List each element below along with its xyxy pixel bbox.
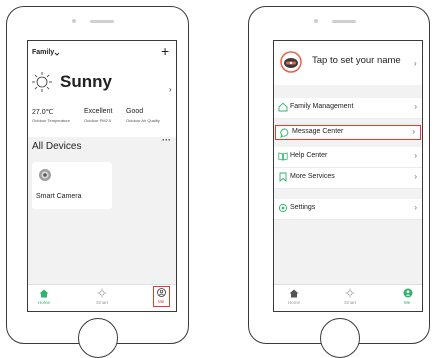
tab-home-label: Home (38, 300, 51, 305)
sun-icon (32, 72, 52, 92)
menu-item-settings[interactable]: Settings › (274, 199, 422, 220)
chat-icon (280, 128, 289, 138)
menu-label: More Services (290, 173, 335, 180)
sun-icon (345, 288, 355, 298)
front-camera-dot (314, 19, 318, 23)
gear-icon (278, 203, 288, 213)
right-phone-frame: Tap to set your name › Family Management… (248, 6, 430, 358)
pm25-label: Outdoor PM2.5 (84, 118, 112, 123)
tab-me-label: Me (404, 300, 411, 305)
book-icon (278, 152, 288, 161)
plus-icon[interactable]: + (161, 43, 169, 59)
device-name: Smart Camera (36, 193, 82, 200)
chevron-right-icon[interactable]: › (169, 85, 172, 94)
menu-label: Family Management (290, 103, 354, 110)
user-icon (157, 288, 166, 297)
speaker-grille (332, 20, 356, 23)
tab-home[interactable]: Home (34, 288, 54, 308)
sun-icon (97, 288, 107, 298)
temperature-label: Outdoor Temperature (32, 118, 70, 123)
tab-me[interactable]: Me (398, 288, 418, 308)
avatar-icon (280, 51, 302, 73)
home-icon (289, 289, 299, 298)
speaker-grille (90, 20, 114, 23)
tab-me[interactable]: Me (153, 286, 170, 307)
air-quality-value: Good (126, 108, 144, 115)
profile-name-prompt: Tap to set your name (312, 55, 401, 66)
home-button[interactable] (78, 318, 118, 358)
menu-label: Help Center (290, 152, 328, 159)
family-label: Family (32, 49, 55, 56)
chevron-right-icon: › (412, 127, 415, 136)
menu-item-message-center[interactable]: Message Center › (275, 125, 421, 140)
tab-me-label: Me (158, 299, 165, 304)
chevron-right-icon: › (414, 102, 417, 111)
profile-section[interactable]: Tap to set your name › (274, 41, 422, 85)
device-card-smart-camera[interactable]: Smart Camera (32, 162, 112, 209)
pm25-value: Excellent (84, 108, 113, 115)
camera-icon (39, 169, 51, 181)
tab-smart-label: Smart (96, 300, 109, 305)
chevron-right-icon: › (414, 203, 417, 212)
tab-home[interactable]: Home (284, 288, 304, 308)
chevron-right-icon: › (414, 172, 417, 181)
bookmark-icon (279, 172, 287, 182)
home-button[interactable] (320, 318, 360, 358)
house-outline-icon (278, 102, 288, 112)
left-phone-frame: Family + Sunny › 27.0℃ Outdoor Temperatu… (6, 6, 189, 358)
menu-label: Settings (290, 204, 316, 211)
tab-smart-label: Smart (344, 300, 357, 305)
chevron-right-icon: › (414, 59, 417, 68)
air-quality-label: Outdoor Air Quality (126, 118, 160, 123)
all-devices-title: All Devices (32, 141, 82, 152)
tab-home-label: Home (288, 300, 301, 305)
bottom-tab-bar: Home Smart Me (28, 284, 176, 311)
user-icon (403, 288, 413, 298)
home-icon (39, 289, 49, 298)
ellipsis-icon[interactable]: ··· (162, 135, 171, 145)
tab-smart[interactable]: Smart (92, 288, 112, 308)
chevron-down-icon (54, 52, 60, 56)
menu-item-family-management[interactable]: Family Management › (274, 98, 422, 119)
menu-item-more-services[interactable]: More Services › (274, 168, 422, 189)
menu-item-help-center[interactable]: Help Center › (274, 147, 422, 168)
menu-label: Message Center (292, 128, 344, 135)
chevron-right-icon: › (414, 151, 417, 160)
right-phone-screen: Tap to set your name › Family Management… (273, 40, 423, 312)
left-phone-screen: Family + Sunny › 27.0℃ Outdoor Temperatu… (27, 40, 177, 312)
temperature-value: 27.0℃ (32, 109, 54, 116)
tab-smart[interactable]: Smart (340, 288, 360, 308)
bottom-tab-bar: Home Smart Me (274, 284, 422, 311)
front-camera-dot (72, 19, 76, 23)
weather-condition: Sunny (60, 72, 112, 91)
